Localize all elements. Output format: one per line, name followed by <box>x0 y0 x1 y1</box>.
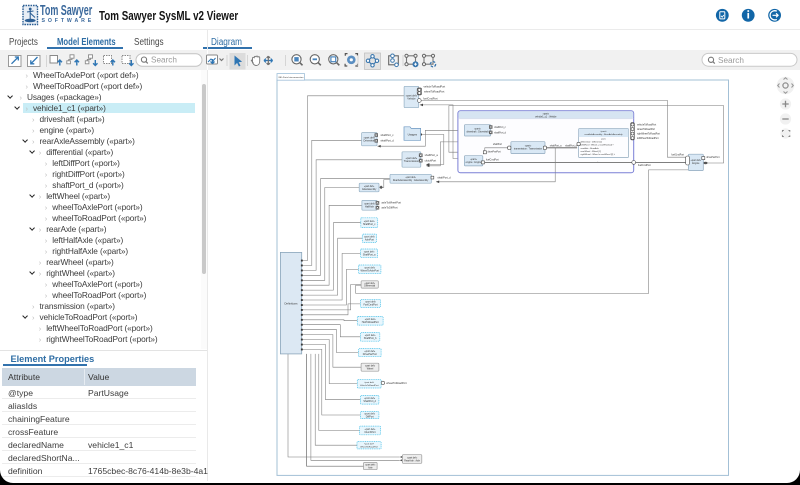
svg-text:«port def»: «port def» <box>365 318 376 321</box>
svg-text:Definitions: Definitions <box>284 302 298 306</box>
svg-text:wheelToRoadPort: wheelToRoadPort <box>386 381 407 385</box>
svg-text:ShaftPort_c: ShaftPort_c <box>363 223 376 226</box>
svg-text:vehicle1_c1 : Vehicle: vehicle1_c1 : Vehicle <box>535 116 557 118</box>
svg-text:shaftPort_a: shaftPort_a <box>425 153 439 157</box>
svg-text:engine : Engine: engine : Engine <box>466 162 483 164</box>
svg-text:ShaftPort_d: ShaftPort_d <box>363 400 376 403</box>
svg-text:DiffPort: DiffPort <box>366 415 374 418</box>
svg-text:ShaftPort_a: ShaftPort_a <box>363 254 376 257</box>
svg-text:DrivePwrPort: DrivePwrPort <box>363 353 377 356</box>
svg-text:vehicleToRoadPort: vehicleToRoadPort <box>424 85 446 89</box>
svg-text:Usages: Usages <box>408 132 418 136</box>
svg-text:wheelToRoadPort: wheelToRoadPort <box>424 90 445 94</box>
svg-text:«port def»: «port def» <box>365 428 376 431</box>
svg-text:Wheel: Wheel <box>367 369 374 371</box>
svg-text:Driveshaft: Driveshaft <box>363 139 375 143</box>
svg-text:axleToWheelPort: axleToWheelPort <box>382 201 402 205</box>
svg-text:Engine: Engine <box>692 163 700 165</box>
svg-text:Search: Search <box>718 56 744 65</box>
svg-text:«port def»: «port def» <box>365 334 376 337</box>
svg-text:«port def»: «port def» <box>364 350 375 353</box>
svg-text:AxlePort: AxlePort <box>365 239 374 242</box>
svg-text:ShaftPort_b: ShaftPort_b <box>364 337 377 340</box>
svg-text:«part def»: «part def» <box>406 156 418 160</box>
svg-text:shaftPort_d: shaftPort_d <box>437 176 451 180</box>
svg-text:«part def»: «part def» <box>363 136 375 140</box>
svg-text:«port def»: «port def» <box>364 236 375 239</box>
svg-text:HubToRoadPort: HubToRoadPort <box>362 321 379 324</box>
svg-text:clutchPort: clutchPort <box>425 159 437 163</box>
svg-text:«port def»: «port def» <box>364 397 375 400</box>
svg-text:shaftPort_d: shaftPort_d <box>381 139 395 143</box>
svg-text:«port def»: «port def» <box>364 412 375 415</box>
svg-text:fuelCmdPort: fuelCmdPort <box>423 97 438 101</box>
svg-text:«port def»: «port def» <box>364 220 375 223</box>
svg-text:shaftPort_c: shaftPort_c <box>381 133 395 137</box>
svg-text:FuelCmdPort: FuelCmdPort <box>363 304 377 307</box>
svg-text:«port def»: «port def» <box>365 301 376 304</box>
svg-text:Transmission: Transmission <box>404 159 420 163</box>
svg-text:WheelToAxlePort: WheelToAxlePort <box>361 270 380 273</box>
svg-text:Vehicle: Vehicle <box>407 97 416 101</box>
svg-text:«port def»: «port def» <box>364 251 375 254</box>
svg-text:ClutchPort: ClutchPort <box>364 431 375 434</box>
svg-text:«part def»: «part def» <box>406 93 418 97</box>
svg-text:Search: Search <box>151 56 177 65</box>
svg-text:HalfAxle: HalfAxle <box>365 206 375 209</box>
svg-text:«port def»: «port def» <box>364 267 375 270</box>
svg-text:axleToDiffPort: axleToDiffPort <box>382 206 398 210</box>
svg-text:«part def»: «part def» <box>364 203 375 206</box>
